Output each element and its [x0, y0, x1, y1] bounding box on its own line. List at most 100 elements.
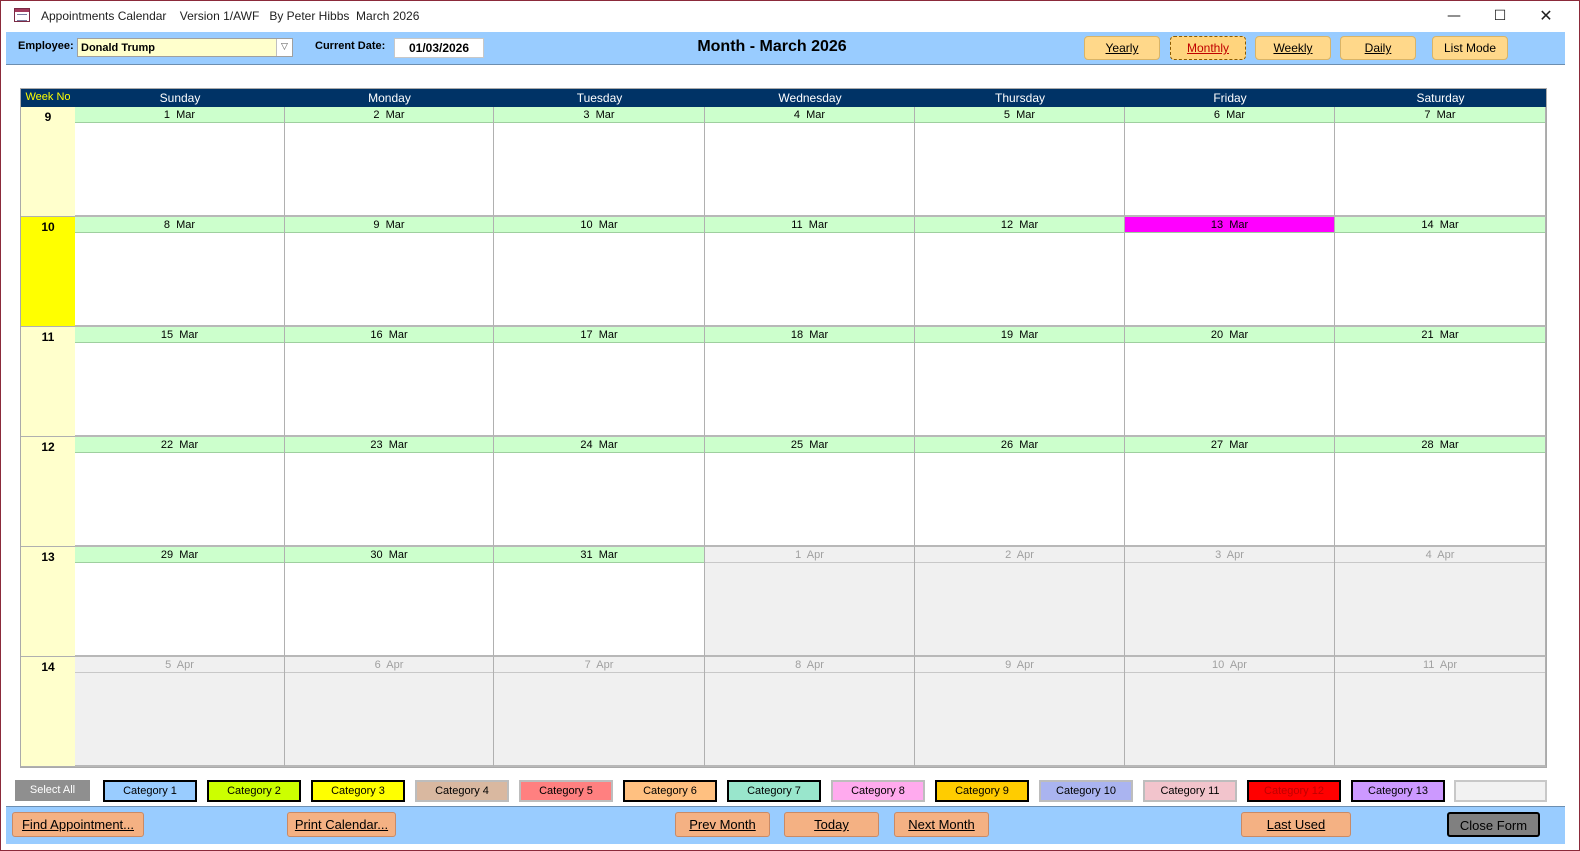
day-cell[interactable]: 18 Mar [705, 327, 915, 437]
current-date-field[interactable]: 01/03/2026 [394, 38, 484, 58]
prev-month-button[interactable]: Prev Month [675, 812, 770, 837]
day-date-label[interactable]: 10 Apr [1125, 657, 1334, 673]
day-cell[interactable]: 1 Apr [705, 547, 915, 657]
day-cell[interactable]: 24 Mar [494, 437, 705, 547]
day-cell[interactable]: 28 Mar [1335, 437, 1546, 547]
day-cell[interactable]: 1 Mar [75, 107, 285, 217]
day-cell[interactable]: 22 Mar [75, 437, 285, 547]
view-weekly-button[interactable]: Weekly [1255, 36, 1331, 60]
category-4-button[interactable]: Category 4 [415, 780, 509, 802]
day-cell[interactable]: 17 Mar [494, 327, 705, 437]
category-9-button[interactable]: Category 9 [935, 780, 1029, 802]
day-date-label[interactable]: 24 Mar [494, 437, 704, 453]
day-date-label[interactable]: 6 Apr [285, 657, 493, 673]
find-appointment-button[interactable]: Find Appointment... [12, 812, 144, 837]
day-cell[interactable]: 19 Mar [915, 327, 1125, 437]
view-list-mode-button[interactable]: List Mode [1432, 36, 1508, 60]
day-date-label[interactable]: 18 Mar [705, 327, 914, 343]
day-date-label[interactable]: 25 Mar [705, 437, 914, 453]
print-calendar-button[interactable]: Print Calendar... [287, 812, 396, 837]
day-cell[interactable]: 27 Mar [1125, 437, 1335, 547]
day-date-label[interactable]: 2 Apr [915, 547, 1124, 563]
chevron-down-icon[interactable]: ▽ [276, 39, 292, 56]
day-cell[interactable]: 15 Mar [75, 327, 285, 437]
day-cell[interactable]: 21 Mar [1335, 327, 1546, 437]
view-yearly-button[interactable]: Yearly [1084, 36, 1160, 60]
category-11-button[interactable]: Category 11 [1143, 780, 1237, 802]
day-cell[interactable]: 11 Mar [705, 217, 915, 327]
category-12-button[interactable]: Category 12 [1247, 780, 1341, 802]
category-10-button[interactable]: Category 10 [1039, 780, 1133, 802]
day-date-label[interactable]: 15 Mar [75, 327, 284, 343]
day-date-label[interactable]: 9 Mar [285, 217, 493, 233]
day-date-label[interactable]: 4 Apr [1335, 547, 1545, 563]
day-cell[interactable]: 13 Mar [1125, 217, 1335, 327]
day-date-label[interactable]: 19 Mar [915, 327, 1124, 343]
day-cell[interactable]: 5 Mar [915, 107, 1125, 217]
day-cell[interactable]: 20 Mar [1125, 327, 1335, 437]
day-date-label[interactable]: 8 Apr [705, 657, 914, 673]
day-date-label[interactable]: 28 Mar [1335, 437, 1545, 453]
day-cell[interactable]: 3 Mar [494, 107, 705, 217]
day-date-label[interactable]: 1 Mar [75, 107, 284, 123]
day-date-label[interactable]: 5 Mar [915, 107, 1124, 123]
day-cell[interactable]: 2 Apr [915, 547, 1125, 657]
day-date-label[interactable]: 12 Mar [915, 217, 1124, 233]
view-monthly-button[interactable]: Monthly [1170, 36, 1246, 60]
day-cell[interactable]: 8 Apr [705, 657, 915, 767]
category-13-button[interactable]: Category 13 [1351, 780, 1445, 802]
day-cell[interactable]: 2 Mar [285, 107, 494, 217]
last-used-button[interactable]: Last Used [1241, 812, 1351, 837]
view-daily-button[interactable]: Daily [1340, 36, 1416, 60]
day-cell[interactable]: 9 Apr [915, 657, 1125, 767]
day-cell[interactable]: 7 Mar [1335, 107, 1546, 217]
day-date-label[interactable]: 29 Mar [75, 547, 284, 563]
day-date-label[interactable]: 22 Mar [75, 437, 284, 453]
category-7-button[interactable]: Category 7 [727, 780, 821, 802]
day-cell[interactable]: 8 Mar [75, 217, 285, 327]
day-date-label[interactable]: 9 Apr [915, 657, 1124, 673]
close-form-button[interactable]: Close Form [1447, 812, 1540, 837]
day-cell[interactable]: 29 Mar [75, 547, 285, 657]
day-date-label[interactable]: 31 Mar [494, 547, 704, 563]
day-date-label[interactable]: 30 Mar [285, 547, 493, 563]
day-cell[interactable]: 12 Mar [915, 217, 1125, 327]
day-date-label[interactable]: 1 Apr [705, 547, 914, 563]
day-date-label[interactable]: 21 Mar [1335, 327, 1545, 343]
day-date-label[interactable]: 16 Mar [285, 327, 493, 343]
maximize-icon[interactable]: ☐ [1477, 1, 1523, 31]
day-cell[interactable]: 9 Mar [285, 217, 494, 327]
day-cell[interactable]: 4 Mar [705, 107, 915, 217]
day-date-label[interactable]: 13 Mar [1125, 217, 1334, 233]
day-cell[interactable]: 25 Mar [705, 437, 915, 547]
day-date-label[interactable]: 7 Mar [1335, 107, 1545, 123]
day-cell[interactable]: 30 Mar [285, 547, 494, 657]
day-date-label[interactable]: 27 Mar [1125, 437, 1334, 453]
day-cell[interactable]: 10 Mar [494, 217, 705, 327]
day-cell[interactable]: 3 Apr [1125, 547, 1335, 657]
day-date-label[interactable]: 10 Mar [494, 217, 704, 233]
today-button[interactable]: Today [784, 812, 879, 837]
day-date-label[interactable]: 3 Apr [1125, 547, 1334, 563]
day-date-label[interactable]: 17 Mar [494, 327, 704, 343]
minimize-icon[interactable]: — [1431, 1, 1477, 31]
day-date-label[interactable]: 23 Mar [285, 437, 493, 453]
day-date-label[interactable]: 3 Mar [494, 107, 704, 123]
day-date-label[interactable]: 7 Apr [494, 657, 704, 673]
close-icon[interactable]: ✕ [1523, 1, 1569, 31]
day-date-label[interactable]: 5 Apr [75, 657, 284, 673]
category-5-button[interactable]: Category 5 [519, 780, 613, 802]
day-date-label[interactable]: 14 Mar [1335, 217, 1545, 233]
day-date-label[interactable]: 4 Mar [705, 107, 914, 123]
day-cell[interactable]: 23 Mar [285, 437, 494, 547]
day-cell[interactable]: 31 Mar [494, 547, 705, 657]
select-all-button[interactable]: Select All [15, 780, 90, 801]
day-date-label[interactable]: 11 Apr [1335, 657, 1545, 673]
day-cell[interactable]: 7 Apr [494, 657, 705, 767]
category-1-button[interactable]: Category 1 [103, 780, 197, 802]
category-8-button[interactable]: Category 8 [831, 780, 925, 802]
day-date-label[interactable]: 11 Mar [705, 217, 914, 233]
day-date-label[interactable]: 6 Mar [1125, 107, 1334, 123]
day-cell[interactable]: 26 Mar [915, 437, 1125, 547]
employee-combobox[interactable]: Donald Trump ▽ [77, 38, 293, 57]
